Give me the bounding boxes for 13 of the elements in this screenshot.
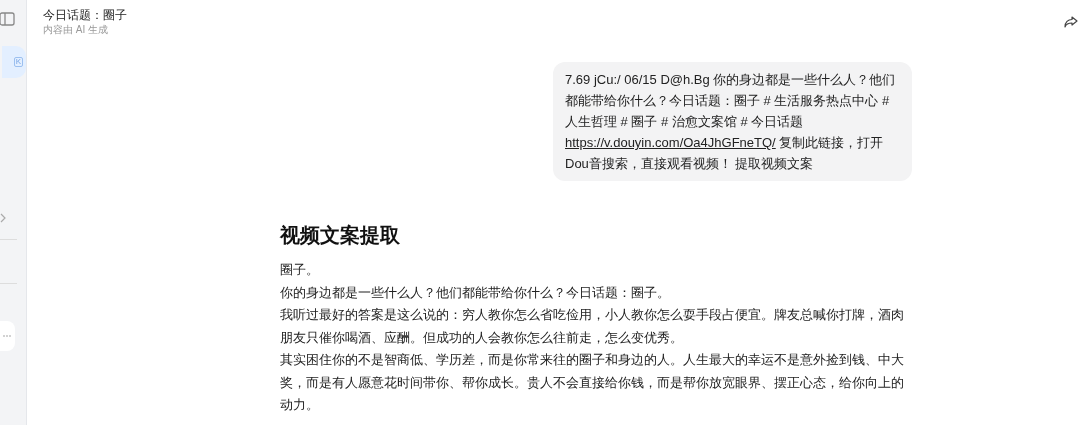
answer-paragraph: 圈子。 bbox=[280, 261, 320, 279]
ai-generated-note: 内容由 AI 生成 bbox=[43, 23, 109, 36]
chat-title: 今日话题：圈子 bbox=[43, 7, 127, 23]
answer-paragraph: 我听过最好的答案是这么说的：穷人教你怎么省吃俭用，小人教你怎么耍手段占便宜。牌友总喊你打牌，酒肉朋友只催你喝酒、应酬。但成功的人会教你怎么往前走，怎么变优秀。 bbox=[280, 306, 905, 347]
sidebar-toggle-icon[interactable] bbox=[0, 12, 15, 26]
answer-paragraph: 其实困住你的不是智商低、学历差，而是你常来往的圈子和身边的人。人生最大的幸运不是意外捡到钱、中大奖，而是有人愿意花时间带你、帮你成长。贵人不会直接给你钱，而是帮你放宽眼界、摆正心态，给你向上的动力。 bbox=[280, 351, 905, 414]
more-button[interactable] bbox=[0, 321, 15, 351]
answer-heading: 视频文案提取 bbox=[280, 223, 401, 248]
message-text: 7.69 jCu:/ 06/15 D@h.Bg 你的身边都是一些什么人？他们都能带给你什么？今日话题：圈子 # 生活服务热点中心 # 人生哲理 # 圈子 # 治愈文案馆 # 今日话题 https://v.douyin.com/Oa4JhGFneTQ/ 复制此链接，打开Dou音搜索，直接观看视频！ 提取视频文案 bbox=[565, 71, 897, 173]
chevron-right-icon[interactable] bbox=[0, 213, 6, 223]
video-link[interactable]: https://v.douyin.com/Oa4JhGFneTQ/ bbox=[565, 135, 776, 150]
share-icon[interactable] bbox=[1064, 16, 1078, 28]
answer-paragraph: 你的身边都是一些什么人？他们都能带给你什么？今日话题：圈子。 bbox=[280, 283, 671, 302]
